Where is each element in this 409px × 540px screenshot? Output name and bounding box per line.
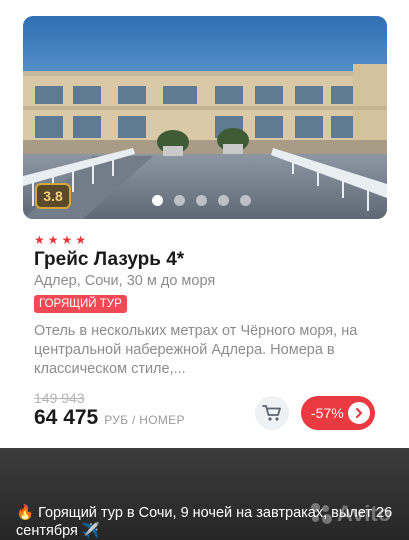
old-price: 149 943 (34, 390, 85, 406)
photo-pagination (152, 195, 251, 206)
photo-dot[interactable] (196, 195, 207, 206)
current-price: 64 475 (34, 406, 99, 429)
rating-badge: 3.8 (35, 183, 71, 209)
hot-tour-badge: ГОРЯЩИЙ ТУР (34, 295, 127, 313)
hotel-stars: ★ ★ ★ ★ (34, 234, 86, 246)
discount-label: -57% (311, 405, 344, 421)
hotel-photo-image (23, 16, 387, 219)
photo-dot[interactable] (240, 195, 251, 206)
caption-text: 🔥 Горящий тур в Сочи, 9 ночей на завтрак… (16, 505, 393, 539)
add-to-cart-button[interactable] (255, 396, 289, 430)
hotel-location: Адлер, Сочи, 30 м до моря (34, 273, 216, 289)
photo-dot[interactable] (174, 195, 185, 206)
star-icon: ★ (34, 233, 45, 247)
star-icon: ★ (61, 233, 73, 247)
price-row: 64 475 РУБ / НОМЕР (34, 406, 185, 430)
star-icon: ★ (47, 233, 59, 247)
hotel-photo[interactable] (23, 16, 387, 219)
hotel-description: Отель в нескольких метрах от Чёрного мор… (34, 323, 358, 377)
price-unit: РУБ / НОМЕР (104, 413, 185, 427)
tour-card: 3.8 ★ ★ ★ ★ Грейс Лазурь 4* Адлер, Сочи,… (0, 0, 409, 448)
photo-dot[interactable] (218, 195, 229, 206)
star-icon: ★ (75, 233, 87, 247)
cart-icon (262, 405, 281, 421)
hotel-name[interactable]: Грейс Лазурь 4* (34, 249, 184, 271)
photo-dot[interactable] (152, 195, 163, 206)
chevron-right-icon (348, 402, 370, 424)
discount-button[interactable]: -57% (301, 396, 375, 430)
